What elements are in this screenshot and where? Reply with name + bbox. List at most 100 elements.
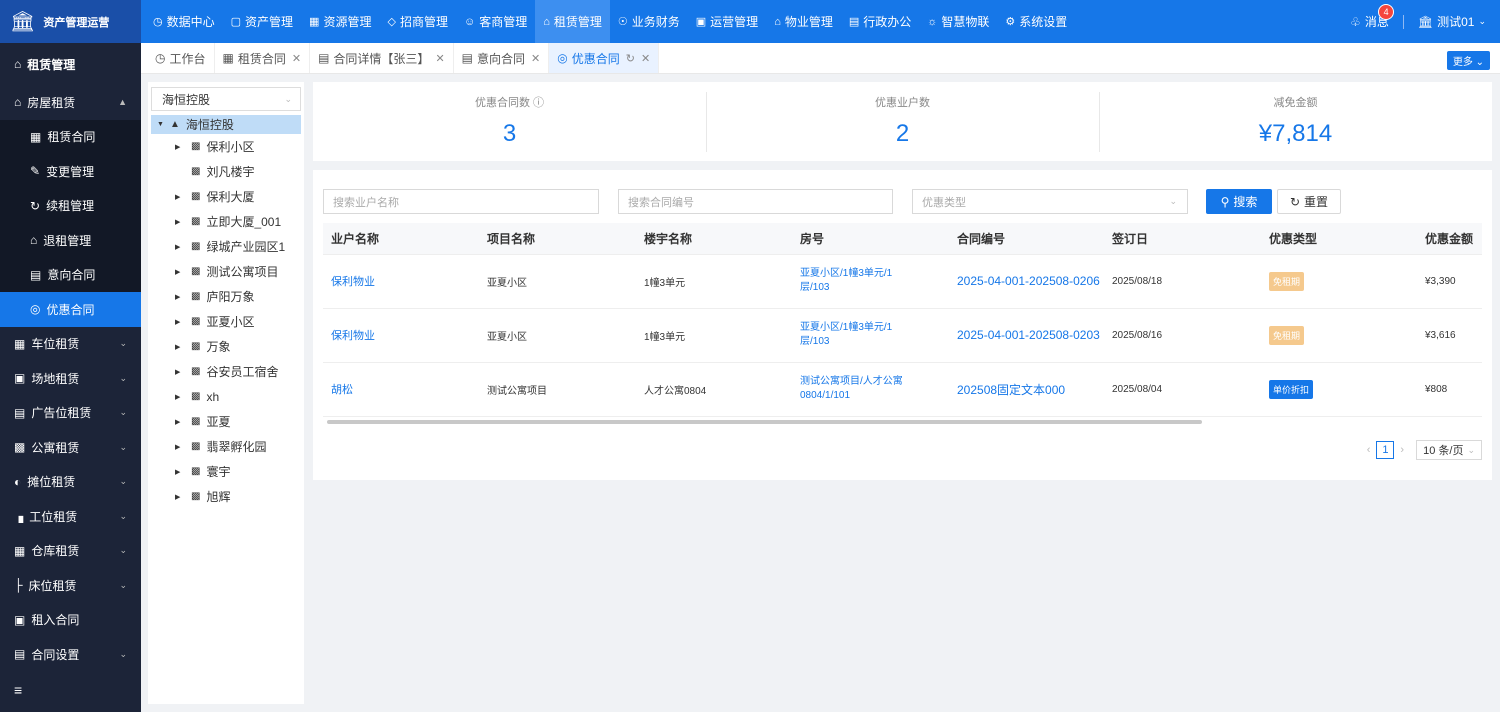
contract-link[interactable]: 2025-04-001-202508-0206 [957, 274, 1100, 288]
sidebar-item-venue[interactable]: ▣ 场地租赁 ⌄ [0, 361, 141, 396]
sidebar-item-change[interactable]: ✎ 变更管理 [0, 154, 141, 189]
prev-page-icon[interactable]: ‹ [1367, 444, 1371, 456]
tree-node[interactable]: ▶ ▩ 测试公寓项目 [148, 259, 304, 284]
tab-lease-contract[interactable]: ▦ 租赁合同 ✕ [215, 43, 311, 73]
caret-right-icon[interactable]: ▶ [175, 368, 185, 376]
caret-right-icon[interactable]: ▶ [175, 443, 185, 451]
nav-item-operations[interactable]: ▣ 运营管理 [688, 0, 766, 43]
nav-item-admin[interactable]: ▤ 行政办公 [841, 0, 919, 43]
close-icon[interactable]: ✕ [531, 52, 540, 65]
sidebar-item-intent[interactable]: ▤ 意向合同 [0, 257, 141, 292]
user-menu[interactable]: 🏛 测试01 ⌄ [1418, 13, 1486, 30]
owner-link[interactable]: 胡松 [331, 384, 353, 396]
tree-node[interactable]: ▶ ▩ 绿城产业园区1 [148, 234, 304, 259]
sidebar-group-house-leasing[interactable]: ⌂ 房屋租赁 ▲ [0, 85, 141, 120]
tree-node[interactable]: ▶ ▩ 保利大厦 [148, 184, 304, 209]
page-number[interactable]: 1 [1376, 441, 1395, 459]
tree-node[interactable]: ▶ ▩ 翡翠孵化园 [148, 434, 304, 459]
sidebar-item-discount[interactable]: ◎ 优惠合同 [0, 292, 141, 327]
owner-search-input[interactable]: 搜索业户名称 [323, 189, 599, 214]
nav-item-finance[interactable]: ☉ 业务财务 [610, 0, 688, 43]
sidebar-item-parking[interactable]: ▦ 车位租赁 ⌄ [0, 327, 141, 362]
refresh-icon[interactable]: ↻ [626, 52, 635, 65]
tree-node[interactable]: ▶ ▩ 庐阳万象 [148, 284, 304, 309]
sidebar-header[interactable]: ⌂ 租赁管理 [0, 43, 141, 85]
caret-right-icon[interactable]: ▶ [175, 293, 185, 301]
next-page-icon[interactable]: › [1400, 444, 1404, 456]
contract-link[interactable]: 202508固定文本000 [957, 383, 1065, 397]
tree-node[interactable]: ▶ ▩ 保利小区 [148, 134, 304, 159]
tree-node[interactable]: ▶ ▩ 旭辉 [148, 484, 304, 509]
tree-node[interactable]: ▶ ▩ 谷安员工宿舍 [148, 359, 304, 384]
tree-node[interactable]: ▶ ▩ xh [148, 384, 304, 409]
org-select[interactable]: 海恒控股 ⌄ [151, 87, 301, 111]
discount-type-select[interactable]: 优惠类型 ⌄ [912, 189, 1188, 214]
close-icon[interactable]: ✕ [292, 52, 301, 65]
sidebar-item-termination[interactable]: ⌂ 退租管理 [0, 223, 141, 258]
table-row[interactable]: 保利物业 亚夏小区 1幢3单元 亚夏小区/1幢3单元/1层/103 2025-04-00… [323, 254, 1482, 309]
tab-workbench[interactable]: ◷ 工作台 [147, 43, 215, 73]
sidebar-item-contract-settings[interactable]: ▤ 合同设置 ⌄ [0, 637, 141, 672]
tab-contract-detail[interactable]: ▤ 合同详情【张三】 ✕ [310, 43, 454, 73]
sidebar-item-apartment[interactable]: ▩ 公寓租赁 ⌄ [0, 430, 141, 465]
nav-item-leasing[interactable]: ⌂ 租赁管理 [535, 0, 610, 43]
caret-right-icon[interactable]: ▶ [175, 218, 185, 226]
reset-button[interactable]: ↻ 重置 [1277, 189, 1341, 214]
tab-discount-contract[interactable]: ◎ 优惠合同 ↻ ✕ [549, 43, 660, 73]
nav-item-resources[interactable]: ▦ 资源管理 [301, 0, 379, 43]
tree-root[interactable]: ▼ ▲ 海恒控股 [151, 115, 301, 134]
sidebar-item-lease-in[interactable]: ▣ 租入合同 [0, 603, 141, 638]
table-row[interactable]: 保利物业 亚夏小区 1幢3单元 亚夏小区/1幢3单元/1层/103 2025-04-00… [323, 308, 1482, 363]
nav-item-settings[interactable]: ⚙ 系统设置 [997, 0, 1075, 43]
room-link[interactable]: 亚夏小区/1幢3单元/1层/103 [800, 267, 910, 295]
sidebar-item-lease-contract[interactable]: ▦ 租赁合同 [0, 119, 141, 154]
sidebar-item-warehouse[interactable]: ▦ 仓库租赁 ⌄ [0, 534, 141, 569]
page-size-select[interactable]: 10 条/页 ⌄ [1416, 440, 1482, 460]
room-link[interactable]: 亚夏小区/1幢3单元/1层/103 [800, 321, 910, 349]
question-icon[interactable]: ⓘ [533, 97, 544, 109]
caret-right-icon[interactable]: ▶ [175, 418, 185, 426]
tree-node[interactable]: ▶ ▩ 万象 [148, 334, 304, 359]
sidebar-item-ad-space[interactable]: ▤ 广告位租赁 ⌄ [0, 396, 141, 431]
horizontal-scrollbar[interactable] [327, 420, 1202, 424]
caret-right-icon[interactable]: ▶ [175, 343, 185, 351]
nav-item-investment[interactable]: ◇ 招商管理 [379, 0, 455, 43]
caret-right-icon[interactable]: ▶ [175, 493, 185, 501]
tree-node[interactable]: ▩ 刘凡楼宇 [148, 159, 304, 184]
sidebar-item-workstation[interactable]: ▗ 工位租赁 ⌄ [0, 499, 141, 534]
caret-right-icon[interactable]: ▶ [175, 318, 185, 326]
collapse-menu-icon[interactable]: ≡ [14, 682, 22, 698]
sidebar-item-bed[interactable]: ├ 床位租赁 ⌄ [0, 568, 141, 603]
app-logo[interactable]: 🏛 资产管理运营 [0, 0, 141, 43]
search-button[interactable]: ⚲ 搜索 [1206, 189, 1272, 214]
more-tabs-button[interactable]: 更多 ⌄ [1446, 51, 1490, 70]
sidebar-item-renewal[interactable]: ↻ 续租管理 [0, 188, 141, 223]
sidebar-item-stall[interactable]: ◐ 摊位租赁 ⌄ [0, 465, 141, 500]
room-link[interactable]: 测试公寓项目/人才公寓0804/1/101 [800, 375, 910, 403]
table-row[interactable]: 胡松 测试公寓项目 人才公寓0804 测试公寓项目/人才公寓0804/1/101 202… [323, 362, 1482, 417]
contract-link[interactable]: 2025-04-001-202508-0203 [957, 328, 1100, 342]
tab-intent-contract[interactable]: ▤ 意向合同 ✕ [454, 43, 550, 73]
close-icon[interactable]: ✕ [641, 52, 650, 65]
tree-node[interactable]: ▶ ▩ 寰宇 [148, 459, 304, 484]
nav-item-assets[interactable]: ▢ 资产管理 [223, 0, 301, 43]
caret-right-icon[interactable]: ▶ [175, 193, 185, 201]
tree-node[interactable]: ▶ ▩ 亚夏 [148, 409, 304, 434]
caret-right-icon[interactable]: ▶ [175, 143, 185, 151]
chevron-down-icon: ⌄ [119, 407, 127, 418]
caret-right-icon[interactable]: ▶ [175, 268, 185, 276]
nav-item-iot[interactable]: ☼ 智慧物联 [919, 0, 997, 43]
caret-right-icon[interactable]: ▶ [175, 468, 185, 476]
tree-node[interactable]: ▶ ▩ 亚夏小区 [148, 309, 304, 334]
tree-node[interactable]: ▶ ▩ 立即大厦_001 [148, 209, 304, 234]
messages-button[interactable]: ♧ 消息 4 [1350, 4, 1395, 30]
contract-search-input[interactable]: 搜索合同编号 [618, 189, 893, 214]
owner-link[interactable]: 保利物业 [331, 330, 375, 342]
caret-right-icon[interactable]: ▶ [175, 393, 185, 401]
nav-item-clients[interactable]: ☺ 客商管理 [456, 0, 535, 43]
caret-right-icon[interactable]: ▶ [175, 243, 185, 251]
owner-link[interactable]: 保利物业 [331, 276, 375, 288]
close-icon[interactable]: ✕ [435, 52, 444, 65]
nav-item-data-center[interactable]: ◷ 数据中心 [145, 0, 223, 43]
nav-item-property[interactable]: ⌂ 物业管理 [766, 0, 841, 43]
